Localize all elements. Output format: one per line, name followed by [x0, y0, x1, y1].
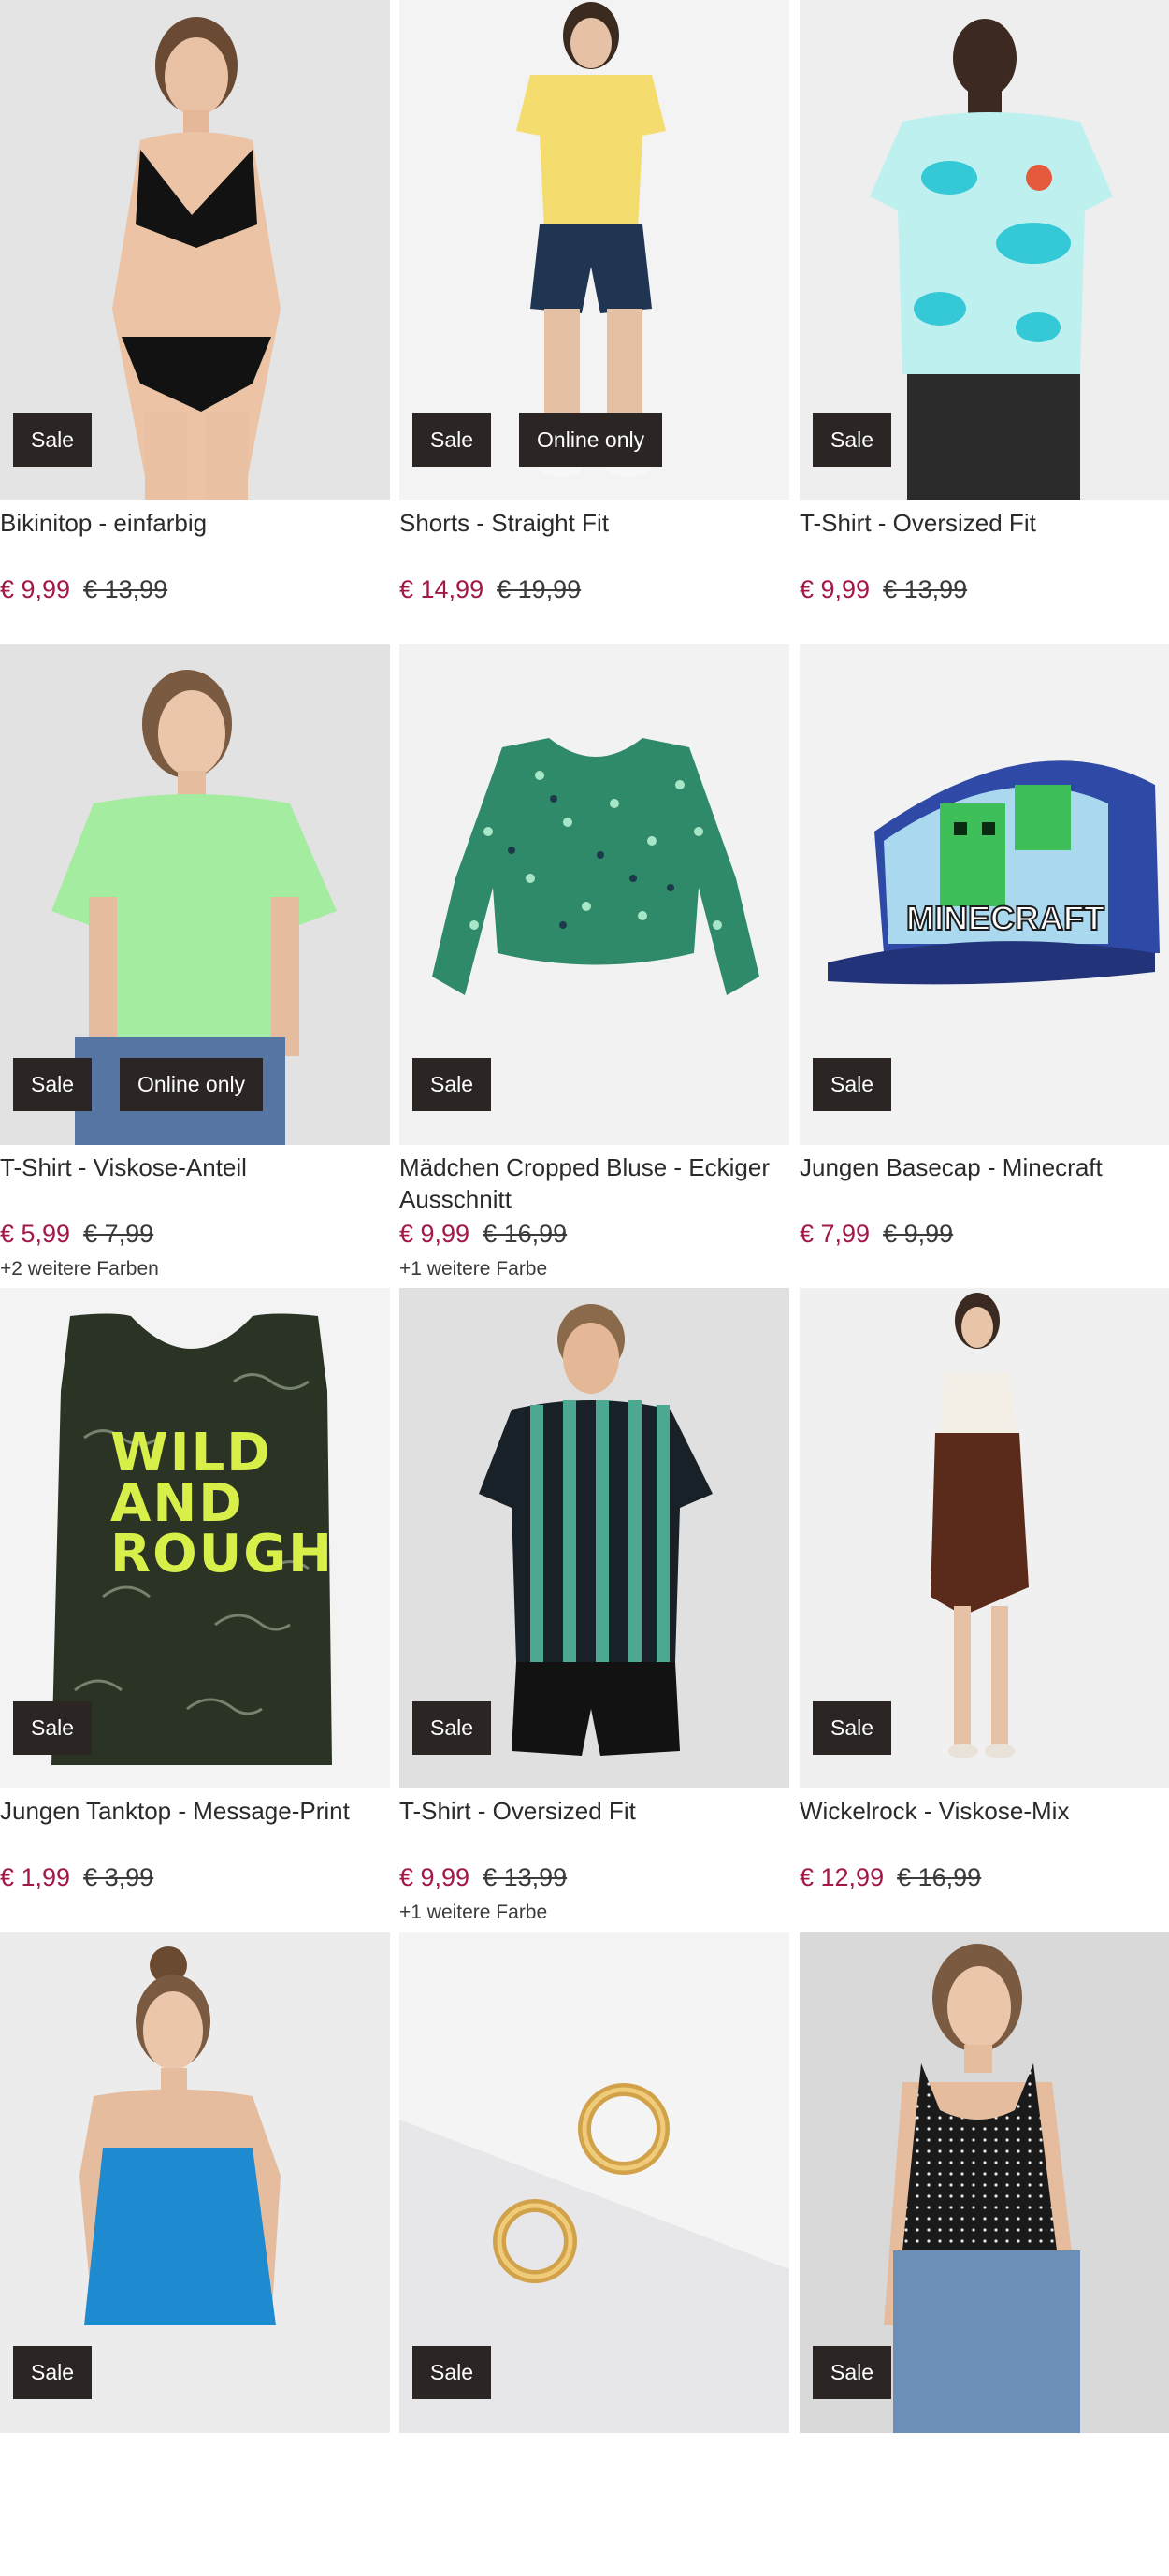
current-price: € 9,99	[399, 1863, 470, 1891]
product-name[interactable]: Jungen Tanktop - Message-Print	[0, 1795, 393, 1827]
product-card[interactable]: Sale T-Shirt - Oversized Fit € 9,99 € 13,…	[399, 1288, 789, 1932]
more-colors-note[interactable]: +2 weitere Farben	[0, 1258, 159, 1281]
price-row: € 5,99 € 7,99	[0, 1220, 153, 1249]
product-name[interactable]: Mädchen Cropped Bluse - Eckiger Ausschni…	[399, 1151, 792, 1215]
badge-row: Sale Online only	[13, 1058, 264, 1111]
old-price: € 16,99	[897, 1863, 982, 1891]
product-name[interactable]: Shorts - Straight Fit	[399, 507, 792, 539]
sale-badge: Sale	[813, 1058, 892, 1111]
old-price: € 13,99	[883, 575, 968, 603]
product-card[interactable]: Sale	[399, 1932, 789, 2576]
badge-row: Sale	[412, 2346, 492, 2399]
current-price: € 5,99	[0, 1220, 71, 1248]
old-price: € 13,99	[483, 1863, 568, 1891]
product-card[interactable]: Sale Mädchen Cropped Bluse - Eckiger Aus…	[399, 644, 789, 1288]
current-price: € 7,99	[800, 1220, 871, 1248]
old-price: € 7,99	[83, 1220, 154, 1248]
online-only-badge: Online only	[120, 1058, 264, 1111]
price-row: € 9,99 € 16,99	[399, 1220, 567, 1249]
product-card[interactable]: Sale	[0, 1932, 390, 2576]
more-colors-note[interactable]: +1 weitere Farbe	[399, 1902, 547, 1924]
product-card[interactable]: MINECRAFT Sale Jungen Basecap - Minecraf…	[800, 644, 1169, 1288]
price-row: € 7,99 € 9,99	[800, 1220, 953, 1249]
badge-row: Sale	[13, 2346, 93, 2399]
sale-badge: Sale	[13, 2346, 93, 2399]
product-name[interactable]: T-Shirt - Oversized Fit	[399, 1795, 792, 1827]
current-price: € 9,99	[399, 1220, 470, 1248]
current-price: € 14,99	[399, 575, 484, 603]
badge-row: Sale	[813, 1058, 892, 1111]
sale-badge: Sale	[13, 1058, 93, 1111]
product-card[interactable]: Sale Online only Shorts - Straight Fit €…	[399, 0, 789, 644]
old-price: € 9,99	[883, 1220, 954, 1248]
badge-row: Sale	[13, 413, 93, 467]
product-card[interactable]: Sale Bikinitop - einfarbig € 9,99 € 13,99	[0, 0, 390, 644]
badge-row: Sale	[412, 1701, 492, 1755]
price-row: € 9,99 € 13,99	[0, 575, 167, 604]
product-name[interactable]: Jungen Basecap - Minecraft	[800, 1151, 1169, 1183]
price-row: € 9,99 € 13,99	[800, 575, 967, 604]
product-card[interactable]: WILD AND ROUGH Sale Jungen Tanktop - Mes…	[0, 1288, 390, 1932]
more-colors-note[interactable]: +1 weitere Farbe	[399, 1258, 547, 1281]
online-only-badge: Online only	[519, 413, 663, 467]
product-card[interactable]: Sale T-Shirt - Oversized Fit € 9,99 € 13,…	[800, 0, 1169, 644]
badge-row: Sale	[813, 413, 892, 467]
svg-text:MINECRAFT: MINECRAFT	[906, 899, 1104, 937]
current-price: € 12,99	[800, 1863, 885, 1891]
price-row: € 12,99 € 16,99	[800, 1863, 981, 1892]
sale-badge: Sale	[412, 413, 492, 467]
product-card[interactable]: Sale Wickelrock - Viskose-Mix € 12,99 € 1…	[800, 1288, 1169, 1932]
sale-badge: Sale	[813, 2346, 892, 2399]
sale-badge: Sale	[13, 1701, 93, 1755]
product-name[interactable]: T-Shirt - Oversized Fit	[800, 507, 1169, 539]
product-card[interactable]: Sale Online only T-Shirt - Viskose-Antei…	[0, 644, 390, 1288]
sale-badge: Sale	[13, 413, 93, 467]
badge-row: Sale	[13, 1701, 93, 1755]
badge-row: Sale	[813, 1701, 892, 1755]
badge-row: Sale	[412, 1058, 492, 1111]
badge-row: Sale Online only	[412, 413, 663, 467]
price-row: € 14,99 € 19,99	[399, 575, 581, 604]
badge-row: Sale	[813, 2346, 892, 2399]
shirt-print-line: AND	[110, 1473, 244, 1534]
current-price: € 9,99	[0, 575, 71, 603]
product-name[interactable]: Wickelrock - Viskose-Mix	[800, 1795, 1169, 1827]
old-price: € 19,99	[497, 575, 582, 603]
sale-badge: Sale	[813, 413, 892, 467]
sale-badge: Sale	[412, 1058, 492, 1111]
product-name[interactable]: T-Shirt - Viskose-Anteil	[0, 1151, 393, 1183]
product-grid: Sale Bikinitop - einfarbig € 9,99 € 13,99…	[0, 0, 1169, 2433]
product-card[interactable]: Sale	[800, 1932, 1169, 2576]
current-price: € 9,99	[800, 575, 871, 603]
product-name[interactable]: Bikinitop - einfarbig	[0, 507, 393, 539]
price-row: € 9,99 € 13,99	[399, 1863, 567, 1892]
old-price: € 16,99	[483, 1220, 568, 1248]
sale-badge: Sale	[813, 1701, 892, 1755]
old-price: € 13,99	[83, 575, 168, 603]
sale-badge: Sale	[412, 2346, 492, 2399]
price-row: € 1,99 € 3,99	[0, 1863, 153, 1892]
old-price: € 3,99	[83, 1863, 154, 1891]
sale-badge: Sale	[412, 1701, 492, 1755]
shirt-print-line: WILD	[110, 1423, 272, 1483]
current-price: € 1,99	[0, 1863, 71, 1891]
shirt-print-line: ROUGH	[110, 1524, 335, 1585]
